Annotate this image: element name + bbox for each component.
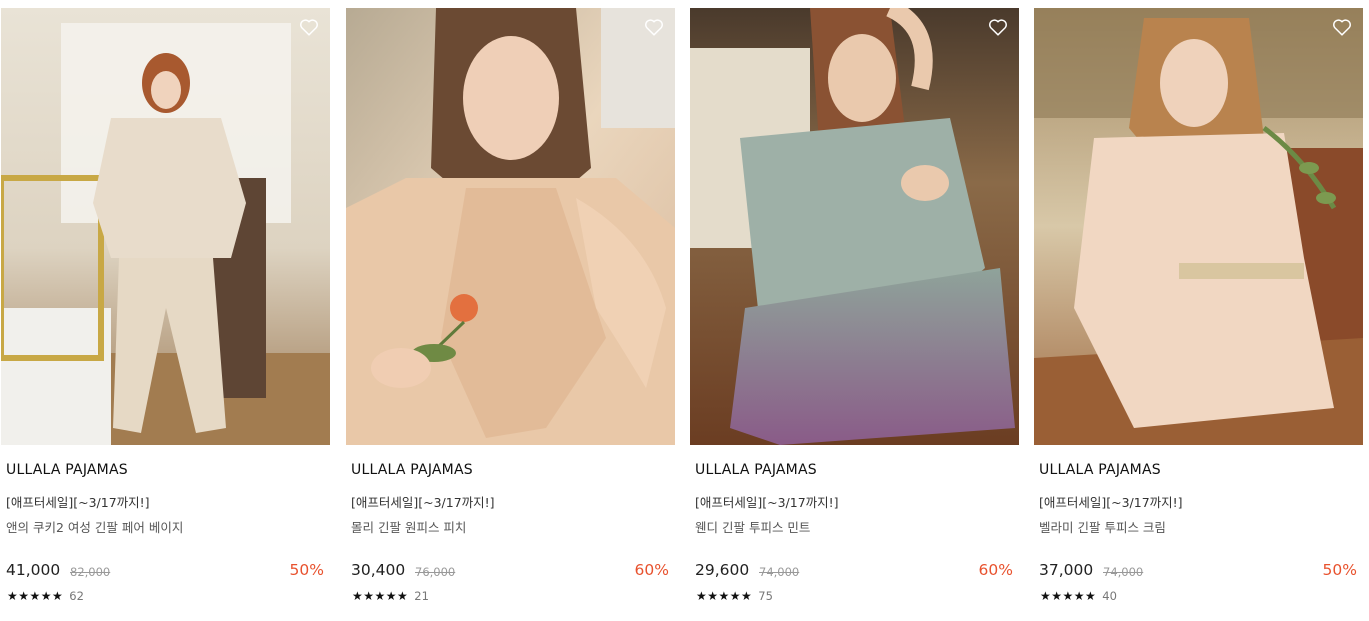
product-name[interactable]: 몰리 긴팔 원피스 피치 (351, 517, 466, 536)
original-price: 74,000 (1103, 565, 1144, 579)
product-image[interactable] (1, 8, 330, 445)
discount-rate: 60% (634, 561, 669, 579)
sale-price: 30,400 (351, 561, 406, 579)
product-name[interactable]: 벨라미 긴팔 투피스 크림 (1039, 517, 1166, 536)
sale-price: 29,600 (695, 561, 750, 579)
product-card[interactable]: ULLALA PAJAMAS [애프터세일][~3/17까지!] 앤의 쿠키2 … (1, 8, 330, 618)
discount-rate: 60% (978, 561, 1013, 579)
brand-name[interactable]: ULLALA PAJAMAS (351, 462, 473, 478)
rating: ★★★★★ 62 (7, 589, 84, 603)
rating: ★★★★★ 75 (696, 589, 773, 603)
wishlist-heart-icon[interactable] (298, 16, 320, 38)
event-label[interactable]: [애프터세일][~3/17까지!] (1039, 492, 1183, 511)
brand-name[interactable]: ULLALA PAJAMAS (6, 462, 128, 478)
sale-price: 37,000 (1039, 561, 1094, 579)
brand-name[interactable]: ULLALA PAJAMAS (1039, 462, 1161, 478)
star-icon: ★★★★★ (7, 589, 64, 603)
review-count: 62 (69, 589, 84, 603)
product-name[interactable]: 웬디 긴팔 투피스 민트 (695, 517, 810, 536)
wishlist-heart-icon[interactable] (987, 16, 1009, 38)
rating: ★★★★★ 40 (1040, 589, 1117, 603)
original-price: 74,000 (759, 565, 800, 579)
product-photo (1034, 8, 1363, 445)
event-label[interactable]: [애프터세일][~3/17까지!] (695, 492, 839, 511)
product-image[interactable] (346, 8, 675, 445)
product-card[interactable]: ULLALA PAJAMAS [애프터세일][~3/17까지!] 웬디 긴팔 투… (690, 8, 1019, 618)
star-icon: ★★★★★ (352, 589, 409, 603)
event-label[interactable]: [애프터세일][~3/17까지!] (351, 492, 495, 511)
original-price: 76,000 (415, 565, 456, 579)
product-card[interactable]: ULLALA PAJAMAS [애프터세일][~3/17까지!] 벨라미 긴팔 … (1034, 8, 1363, 618)
review-count: 21 (414, 589, 429, 603)
review-count: 40 (1102, 589, 1117, 603)
product-name[interactable]: 앤의 쿠키2 여성 긴팔 페어 베이지 (6, 517, 183, 536)
product-photo (346, 8, 675, 445)
wishlist-heart-icon[interactable] (643, 16, 665, 38)
discount-rate: 50% (289, 561, 324, 579)
product-card[interactable]: ULLALA PAJAMAS [애프터세일][~3/17까지!] 몰리 긴팔 원… (346, 8, 675, 618)
sale-price: 41,000 (6, 561, 61, 579)
wishlist-heart-icon[interactable] (1331, 16, 1353, 38)
discount-rate: 50% (1322, 561, 1357, 579)
product-image[interactable] (690, 8, 1019, 445)
original-price: 82,000 (70, 565, 111, 579)
star-icon: ★★★★★ (1040, 589, 1097, 603)
rating: ★★★★★ 21 (352, 589, 429, 603)
review-count: 75 (758, 589, 773, 603)
product-photo (1, 8, 330, 445)
star-icon: ★★★★★ (696, 589, 753, 603)
product-grid: ULLALA PAJAMAS [애프터세일][~3/17까지!] 앤의 쿠키2 … (0, 0, 1369, 621)
brand-name[interactable]: ULLALA PAJAMAS (695, 462, 817, 478)
product-photo (690, 8, 1019, 445)
event-label[interactable]: [애프터세일][~3/17까지!] (6, 492, 150, 511)
product-image[interactable] (1034, 8, 1363, 445)
